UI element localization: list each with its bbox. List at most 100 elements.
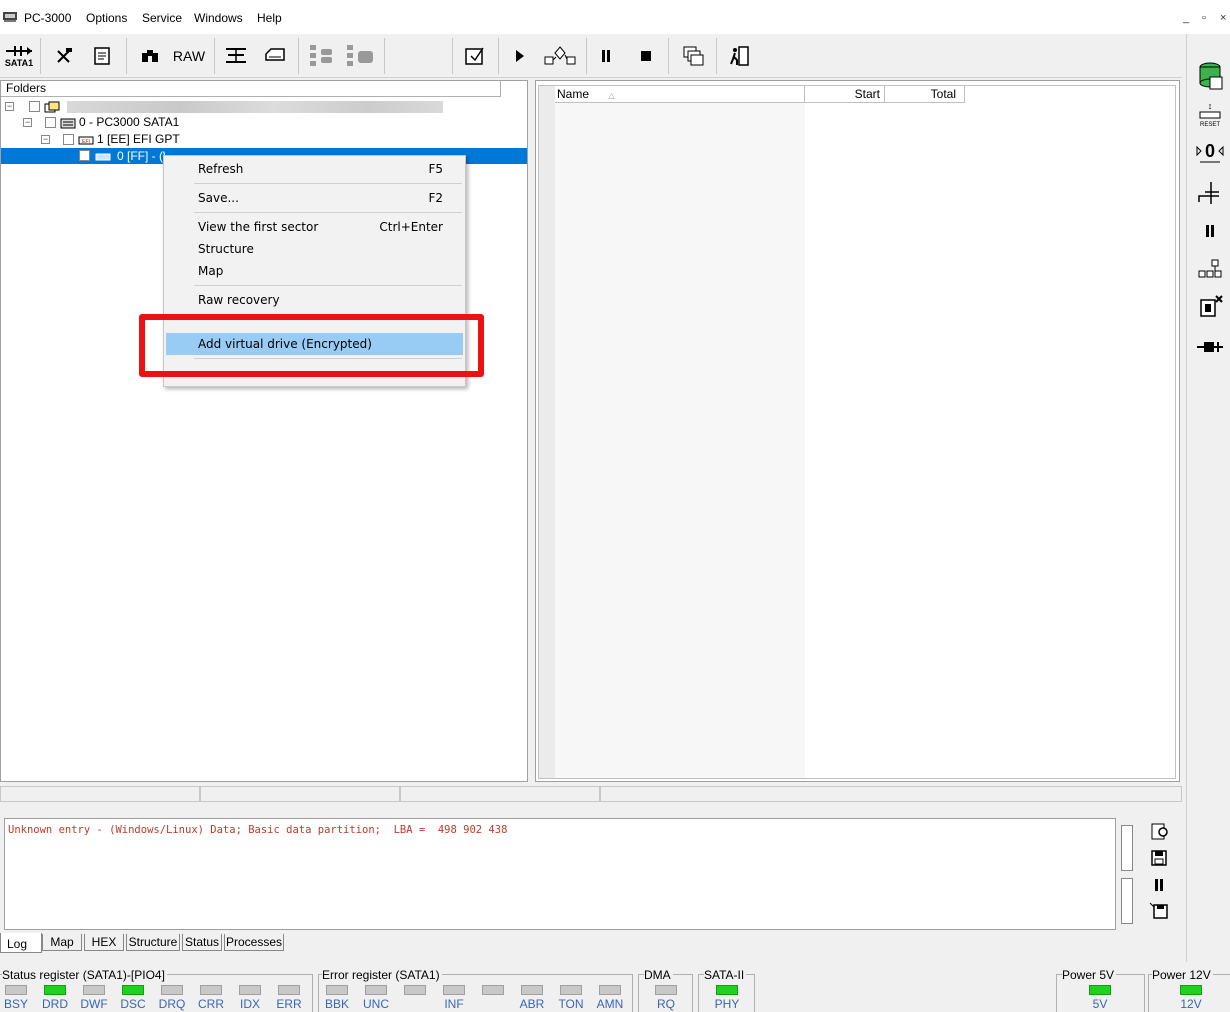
led-label: TON (558, 997, 584, 1011)
right-toolbar: ↕ RESET 0 (1186, 34, 1230, 964)
menu-windows[interactable]: Windows (194, 11, 243, 25)
collapse-icon[interactable]: − (5, 102, 14, 112)
cable-icon (1197, 342, 1223, 352)
menu-options[interactable]: Options (86, 11, 127, 25)
tools-button[interactable] (50, 38, 78, 74)
reset-button[interactable]: ↕ RESET (1195, 98, 1225, 128)
menu-item-label: Map (198, 264, 224, 278)
tab-processes[interactable]: Processes (224, 934, 284, 951)
tree-checkbox[interactable] (63, 134, 75, 146)
column-name-label: Name (557, 87, 590, 101)
scroll-icon (94, 47, 110, 65)
menu-item-raw-recovery[interactable]: Raw recovery (166, 289, 463, 311)
tab-log[interactable]: Log (0, 933, 42, 953)
led-status-bsy (5, 985, 27, 995)
menu-help[interactable]: Help (257, 11, 282, 25)
pause-icon (1155, 879, 1163, 891)
log-side-controls (1118, 818, 1182, 930)
column-header-start[interactable]: Start (805, 86, 885, 103)
cable-button[interactable] (1195, 332, 1225, 362)
tab-status[interactable]: Status (182, 934, 222, 951)
led-label: BSY (3, 997, 28, 1011)
menu-item-shortcut: Ctrl+Enter (379, 220, 443, 234)
led-label: 12V (1180, 997, 1202, 1011)
collapse-icon[interactable]: − (23, 118, 32, 128)
led-label: INF (444, 997, 464, 1011)
folders-icon (44, 101, 60, 113)
zero-sector-button[interactable]: 0 (1195, 136, 1225, 166)
menu-item-map[interactable]: Map (166, 260, 463, 282)
export-button[interactable] (460, 38, 490, 74)
minimize-button[interactable]: _ (1183, 12, 1189, 24)
chip-remove-icon (1200, 295, 1223, 317)
led-dma-rq (655, 985, 677, 995)
play-button[interactable] (508, 38, 532, 74)
log-save-button[interactable] (1148, 847, 1170, 869)
network-button[interactable] (1195, 254, 1225, 284)
redacted-label (67, 100, 444, 113)
log-settings-button[interactable] (1148, 820, 1170, 842)
stop-button[interactable] (634, 38, 658, 74)
app-title[interactable]: PC-3000 (24, 11, 71, 25)
exit-door-icon (730, 46, 749, 66)
tree-row-pc3000[interactable]: − 0 - PC3000 SATA1 (23, 114, 179, 131)
menu-item-refresh[interactable]: Refresh F5 (166, 158, 463, 180)
exit-button[interactable] (724, 38, 754, 74)
tab-hex[interactable]: HEX (84, 934, 124, 951)
list-gutter (539, 86, 555, 778)
tree-view-button[interactable] (305, 38, 337, 74)
menu-item-save[interactable]: Save... F2 (166, 187, 463, 209)
led-label: ERR (276, 997, 302, 1011)
tab-structure[interactable]: Structure (126, 934, 180, 951)
led-status-err (278, 985, 300, 995)
search-button[interactable] (136, 38, 164, 74)
menu-item-label: View the first sector (198, 220, 319, 234)
log-scroll-slot[interactable] (1121, 878, 1133, 924)
remove-chip-button[interactable] (1195, 292, 1225, 322)
pause-button[interactable] (594, 38, 618, 74)
tree-row-efi-gpt[interactable]: − EFI 1 [EE] EFI GPT (41, 131, 180, 148)
status-cell (400, 786, 600, 802)
restore-button[interactable]: ▫ (1202, 12, 1206, 24)
led-power-5v (1089, 985, 1111, 995)
tree-checkbox[interactable] (29, 101, 41, 113)
power-5v-title: Power 5V (1062, 968, 1117, 982)
menu-item-structure[interactable]: Structure (166, 238, 463, 260)
tree-structure-icon (310, 45, 332, 66)
tree-checkbox[interactable] (45, 117, 57, 129)
file-list[interactable]: Name △ Start Total (538, 85, 1176, 779)
connector-icon (1198, 182, 1219, 204)
process-flow-button[interactable] (540, 38, 580, 74)
led-label: DRQ (158, 997, 186, 1011)
windows-button[interactable] (678, 38, 708, 74)
file-list-pane[interactable]: Name △ Start Total (535, 80, 1180, 782)
menu-service[interactable]: Service (142, 11, 182, 25)
status-cell (200, 786, 400, 802)
script-button[interactable] (88, 38, 116, 74)
raw-button[interactable]: RAW (170, 38, 208, 74)
column-header-name[interactable]: Name △ (555, 86, 805, 103)
tree-export-button[interactable] (342, 38, 378, 74)
log-panel[interactable]: Unknown entry - (Windows/Linux) Data; Ba… (4, 818, 1116, 930)
close-button[interactable]: × (1220, 12, 1226, 24)
tree-row-root[interactable]: − (5, 98, 444, 115)
tree-checkbox[interactable] (79, 150, 90, 161)
disk-stack-icon (226, 48, 246, 63)
log-pause-button[interactable] (1148, 874, 1170, 896)
name-column (555, 103, 805, 778)
tab-map[interactable]: Map (42, 934, 82, 951)
database-button[interactable] (1195, 58, 1225, 92)
hdd-button[interactable] (222, 38, 250, 74)
right-pause-button[interactable] (1195, 216, 1225, 246)
log-save-as-button[interactable] (1148, 900, 1170, 922)
collapse-icon[interactable]: − (41, 135, 50, 145)
connect-button[interactable] (1195, 178, 1225, 208)
column-header-total[interactable]: Total (885, 86, 965, 103)
menu-item-shortcut: F2 (428, 191, 443, 205)
tree-label-efi-gpt: 1 [EE] EFI GPT (97, 132, 180, 146)
flow-diagram-icon (544, 46, 576, 65)
log-scroll-slot[interactable] (1121, 825, 1133, 871)
menu-item-view-first-sector[interactable]: View the first sector Ctrl+Enter (166, 216, 463, 238)
drive-button[interactable] (260, 38, 290, 74)
sata-port-button[interactable]: SATA1 (2, 38, 36, 74)
